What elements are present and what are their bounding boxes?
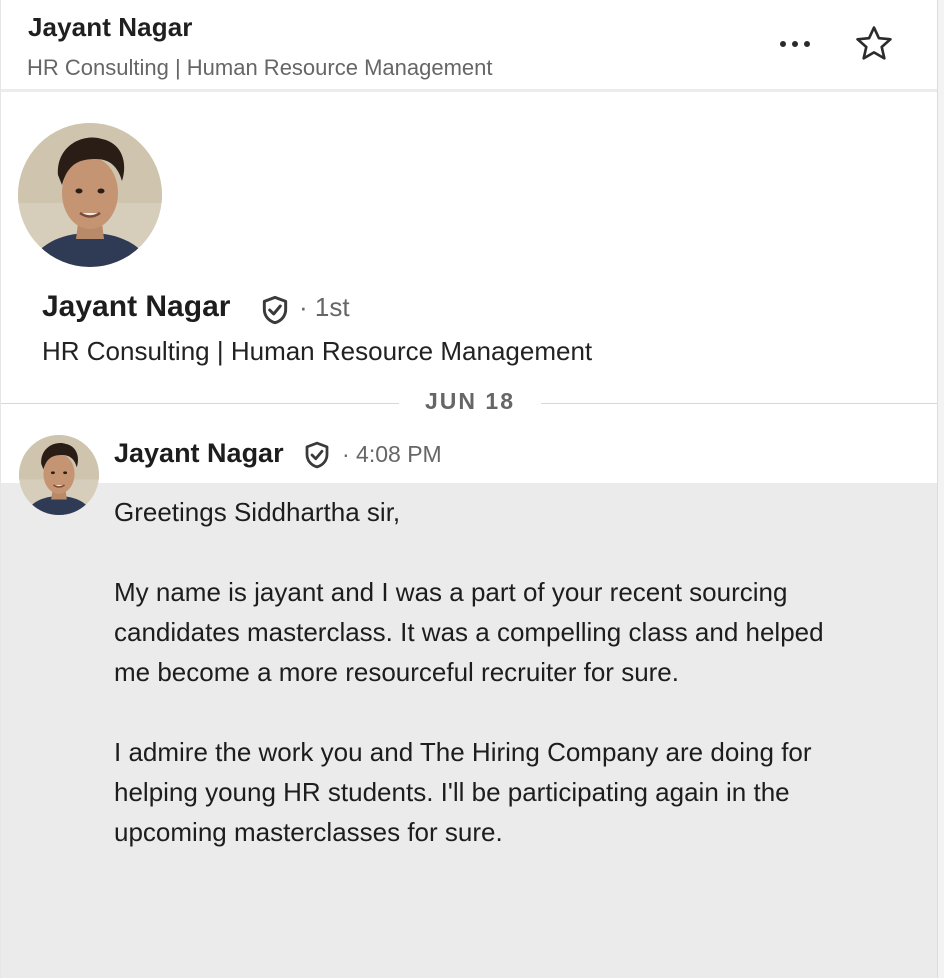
verified-shield-icon [302,440,332,470]
message-timestamp: · 4:08 PM [342,441,442,467]
header-contact-name[interactable]: Jayant Nagar [28,12,193,43]
connection-degree: · 1st [299,292,350,322]
message-body: Greetings Siddhartha sir, My name is jay… [114,492,834,852]
profile-name[interactable]: Jayant Nagar [42,290,230,324]
verified-shield-icon [259,294,291,326]
message-paragraph: My name is jayant and I was a part of yo… [114,577,824,687]
conversation-header: Jayant Nagar HR Consulting | Human Resou… [1,0,937,92]
message-greeting: Greetings Siddhartha sir, [114,497,401,527]
date-divider-label: JUN 18 [425,388,515,414]
star-conversation-button[interactable] [849,20,899,68]
more-options-button[interactable] [769,24,821,64]
star-outline-icon [856,26,892,60]
header-contact-headline: HR Consulting | Human Resource Managemen… [27,55,493,80]
profile-headline: HR Consulting | Human Resource Managemen… [42,336,593,366]
profile-avatar[interactable] [18,123,162,267]
divider-line [541,403,937,404]
message-sender-name[interactable]: Jayant Nagar [114,438,284,469]
message-paragraph: I admire the work you and The Hiring Com… [114,737,812,847]
message-sender-avatar[interactable] [19,435,99,515]
scrollbar-track[interactable] [938,0,944,978]
more-horizontal-icon [780,41,786,47]
conversation-pane: Jayant Nagar HR Consulting | Human Resou… [0,0,938,978]
divider-line [1,403,399,404]
